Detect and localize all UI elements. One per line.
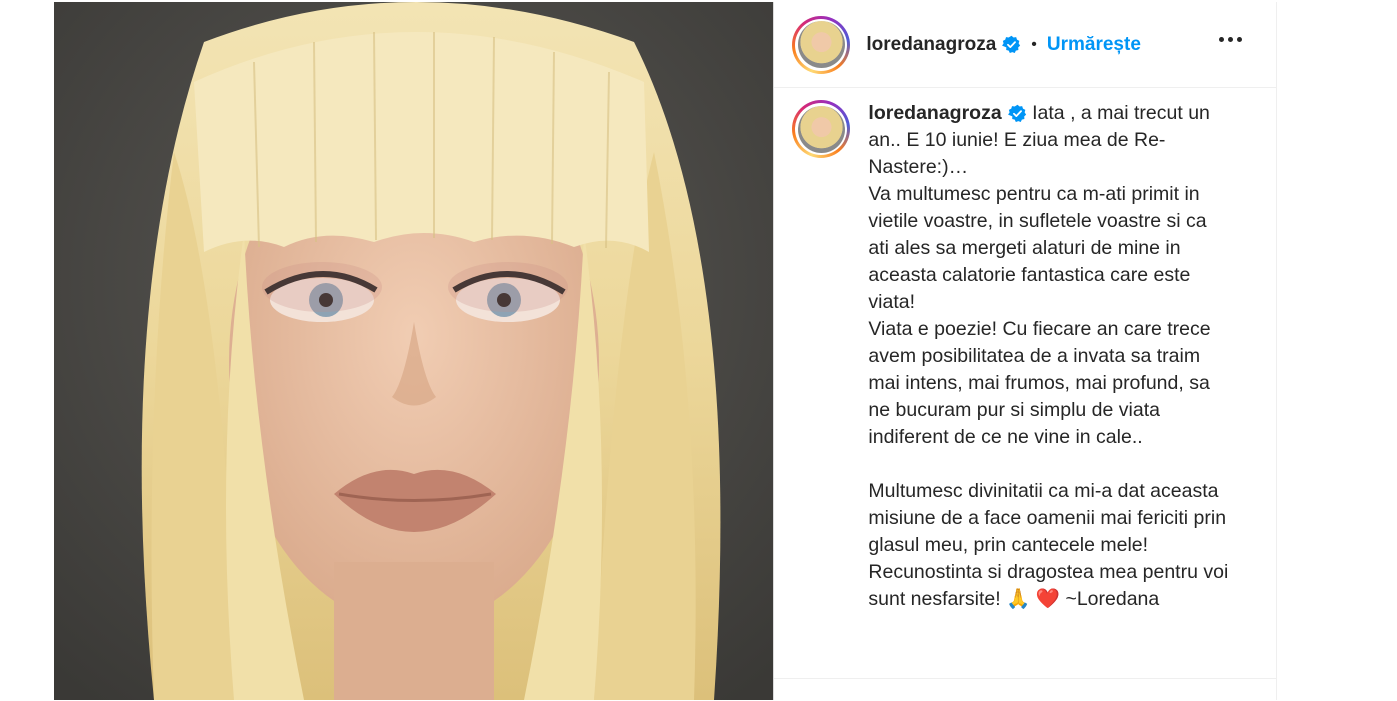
profile-avatar-icon (797, 21, 845, 68)
instagram-post: loredanagroza • Urmărește loredanagroza … (54, 2, 1277, 700)
post-sidebar: loredanagroza • Urmărește loredanagroza … (773, 2, 1277, 700)
avatar-border (795, 18, 848, 71)
author-username[interactable]: loredanagroza (866, 34, 996, 56)
header-separator: • (1031, 35, 1037, 53)
post-header: loredanagroza • Urmărește (774, 2, 1276, 88)
right-gutter (1277, 2, 1397, 700)
more-options-icon[interactable] (1215, 33, 1246, 46)
portrait-photo (54, 2, 774, 700)
profile-avatar-icon (797, 105, 845, 153)
more-dot (1228, 37, 1233, 42)
caption-username[interactable]: loredanagroza (868, 102, 1001, 124)
avatar-border (795, 103, 848, 155)
verified-badge-icon (1002, 35, 1021, 54)
caption-body: Iata , a mai trecut un an.. E 10 iunie! … (868, 102, 1229, 610)
actions-bar (774, 678, 1277, 701)
follow-button[interactable]: Urmărește (1047, 34, 1141, 56)
caption-avatar[interactable] (792, 100, 851, 158)
more-dot (1219, 37, 1224, 42)
caption-text-block: loredanagroza Iata , a mai trecut un an.… (868, 100, 1230, 670)
more-dot (1237, 37, 1242, 42)
caption-section: loredanagroza Iata , a mai trecut un an.… (792, 100, 1262, 670)
verified-badge-icon (1007, 104, 1027, 123)
post-image[interactable] (54, 2, 774, 700)
avatar[interactable] (792, 15, 851, 74)
